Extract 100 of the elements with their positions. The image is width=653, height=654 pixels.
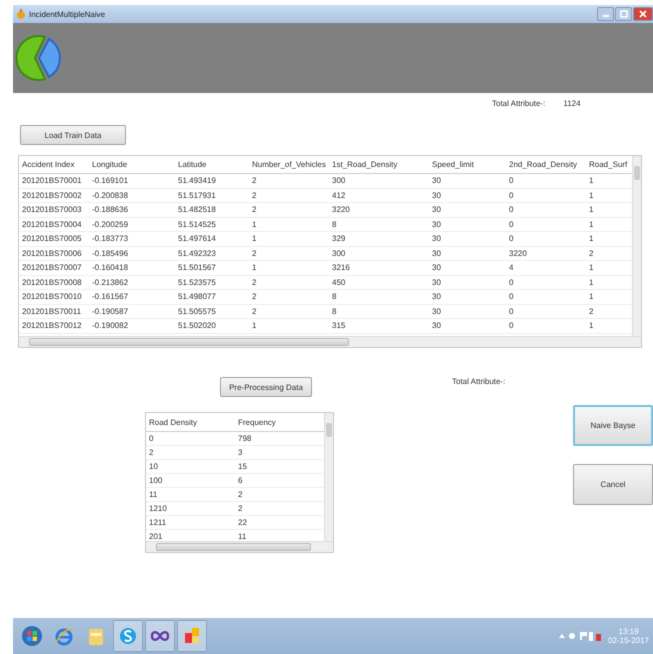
taskbar-icon[interactable] [177,620,207,652]
table-cell-text: 51.498077 [177,292,217,302]
table-cell-text: -0.185496 [91,248,130,258]
table-cell-text: 3216 [331,263,351,272]
table-cell-text: 8 [331,306,338,316]
table-cell-text: 1 [588,190,594,200]
column-header[interactable]: Frequency [235,418,324,426]
table-cell-text: 315 [331,321,346,330]
table-cell-text: 30 [431,278,442,287]
load-train-data-button[interactable]: Load Train Data [20,125,126,145]
naive-bayes-button[interactable]: Naive Bayse [573,405,653,446]
column-header[interactable]: 2nd_Road_Density [506,160,586,169]
close-icon [639,10,647,18]
cancel-button[interactable]: Cancel [573,464,653,505]
app-icon [16,8,26,20]
column-header[interactable]: Accident Index [19,160,89,169]
maximize-icon [620,10,628,18]
table-cell-text: 0 [508,306,514,316]
table-cell-text: 51.497614 [177,234,217,244]
maximize-button[interactable] [615,7,632,21]
table-cell-text: 11 [237,532,248,541]
table-cell-text: 201201BS70006 [21,248,83,258]
table-cell-text: 201 [148,532,164,541]
table-cell-text: 450 [331,278,346,287]
table-cell-text: 412 [331,190,346,200]
start-orb-icon [21,625,43,647]
table-cell-text: 1211 [148,518,168,527]
table-cell-text: 0 [508,220,514,229]
horizontal-scrollbar[interactable] [146,541,333,552]
table-cell-text: 2 [237,504,244,513]
table-cell-text: 51.517931 [177,190,217,200]
vertical-scrollbar[interactable] [632,156,641,336]
table-cell-text: 300 [331,248,346,258]
table-cell-text: 2 [251,292,258,302]
table-cell-text: 30 [431,176,442,186]
table-cell-text: 30 [431,190,442,200]
table-cell-text: 30 [431,248,442,258]
table-cell-text: 51.523575 [177,278,217,287]
horizontal-scrollbar[interactable] [19,336,641,347]
window-title: IncidentMultipleNaive [29,10,106,18]
table-cell-text: 30 [431,263,442,272]
table-cell-text: 1 [588,321,594,330]
table-cell-text: -0.190587 [91,306,130,316]
column-header[interactable]: Latitude [175,160,249,169]
column-header[interactable]: Speed_limit [429,160,506,169]
table-cell-text: 1210 [148,504,168,513]
table-cell-text: -0.161567 [91,292,130,302]
table-cell-text: 329 [331,234,346,244]
column-header[interactable]: Number_of_Vehicles [249,160,329,169]
table-cell-text: 0 [508,321,514,330]
table-cell-text: 2 [148,448,154,457]
pre-processing-data-button[interactable]: Pre-Processing Data [220,377,312,397]
table-cell-text: 2 [251,205,258,214]
column-header[interactable]: Road Density [146,418,235,426]
table-cell-text: 51.501567 [177,263,217,272]
table-cell-text: -0.200838 [91,190,130,200]
table-cell-text: -0.160418 [91,263,130,272]
table-cell-text: 51.482518 [177,205,217,214]
table-cell-text: 201201BS70008 [21,278,83,287]
table-cell-text: 1 [588,263,594,272]
table-cell-text: 2 [237,490,244,499]
table-cell-text: 0 [508,190,514,200]
close-button[interactable] [633,7,653,21]
table-cell-text: 1 [588,220,594,229]
vertical-scrollbar[interactable] [324,413,333,541]
table-cell-text: 201201BS70011 [21,306,82,316]
table-cell-text: 201201BS70002 [21,190,83,200]
taskbar-icon[interactable] [145,620,175,652]
taskbar-icon[interactable] [113,620,143,652]
minimize-button[interactable] [597,7,614,21]
table-cell-text: -0.188636 [91,205,130,214]
table-cell-text: 8 [331,292,338,302]
table-cell-text: 3220 [508,248,528,258]
table-cell-text: 11 [148,490,158,499]
table-cell-text: 1 [588,205,594,214]
table-cell-text: 51.502020 [177,321,217,330]
table-cell-text: 2 [251,278,258,287]
table-cell-text: 1 [588,292,594,302]
total-attribute-label: Total Attribute-: [492,98,546,108]
table-cell-text: 0 [508,278,514,287]
table-cell-text: 6 [237,476,244,485]
table-cell-text: 30 [431,321,442,330]
table-cell-text: 2 [588,306,594,316]
table-cell-text: 2 [251,248,258,258]
table-cell-text: 2 [588,248,594,258]
table-cell-text: 3220 [331,205,351,214]
chat-s-icon [118,625,138,647]
table-cell-text: 1 [251,234,258,244]
table-cell-text: 0 [508,292,514,302]
table-cell-text: -0.183773 [91,234,130,244]
table-cell-text: 1 [588,234,594,244]
table-cell-text: -0.200259 [91,220,130,229]
column-header[interactable]: Longitude [89,160,175,169]
table-cell-text: -0.169101 [91,176,130,186]
column-header[interactable]: Road_Surf [586,160,631,169]
column-header[interactable]: 1st_Road_Density [329,160,429,169]
table-cell-text: 51.492323 [177,248,217,258]
clock-date: 02-15-2017 [608,636,649,645]
table-cell-text: 51.505575 [177,306,217,316]
table-cell-text: 1 [251,263,258,272]
